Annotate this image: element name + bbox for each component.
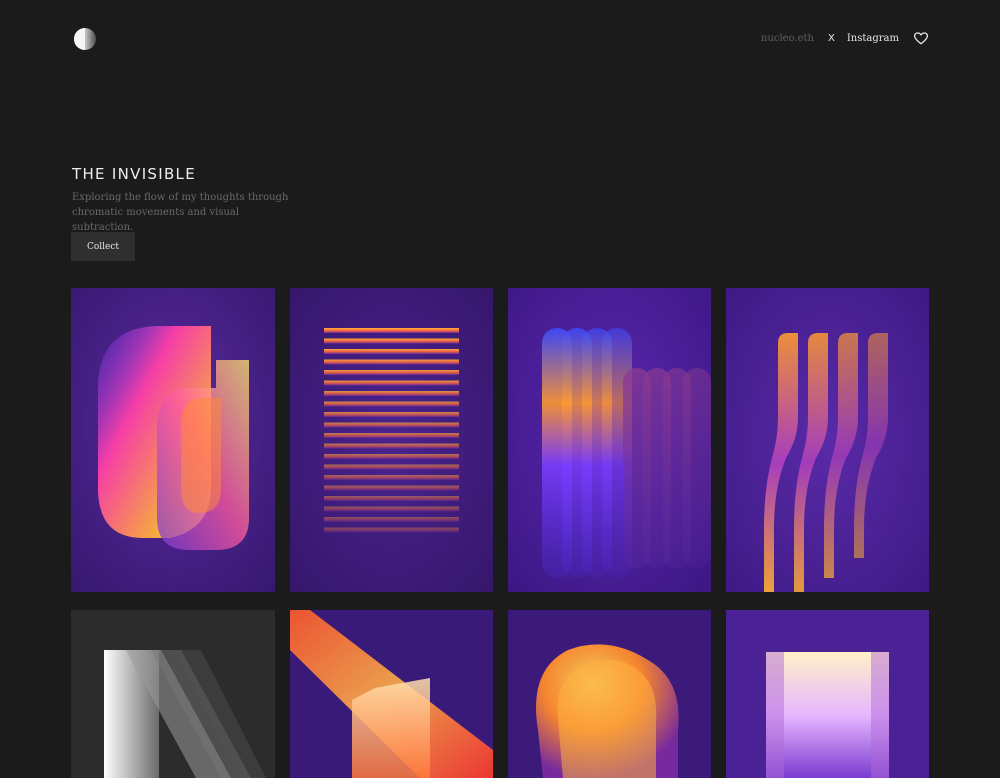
collection-title: THE INVISIBLE	[72, 165, 196, 183]
artwork-7-card[interactable]	[508, 610, 711, 778]
stripe	[324, 370, 459, 375]
stripe	[324, 433, 459, 438]
stripe	[324, 517, 459, 522]
artwork-5-card[interactable]	[71, 610, 275, 778]
collection-description: Exploring the flow of my thoughts throug…	[72, 192, 289, 233]
x-link[interactable]: X	[828, 33, 835, 44]
heart-icon[interactable]	[914, 32, 928, 45]
artwork-6-card[interactable]	[290, 610, 493, 778]
stripe	[324, 527, 459, 533]
artwork-3-card[interactable]	[508, 288, 711, 592]
stripe	[324, 506, 459, 512]
stripe	[324, 422, 459, 428]
stripe	[324, 443, 459, 449]
stripe	[324, 496, 459, 501]
stripe	[324, 485, 459, 491]
stripe	[324, 454, 459, 459]
stripe	[324, 380, 459, 386]
artwork-4-card[interactable]	[726, 288, 929, 592]
stripe	[324, 349, 459, 354]
stripe	[324, 338, 459, 344]
artwork-2-card[interactable]	[290, 288, 493, 592]
ens-link[interactable]: nucleo.eth	[761, 33, 814, 44]
stripe	[324, 359, 459, 365]
collect-button[interactable]: Collect	[71, 232, 135, 261]
artwork-1-card[interactable]	[71, 288, 275, 592]
stripe	[324, 328, 459, 333]
stripe	[324, 412, 459, 417]
stripe	[324, 464, 459, 470]
instagram-link[interactable]: Instagram	[847, 33, 899, 44]
stripe	[324, 475, 459, 480]
logo-icon[interactable]	[73, 27, 97, 51]
top-nav: nucleo.eth X Instagram	[761, 32, 928, 45]
stripe	[324, 401, 459, 407]
stripe	[324, 391, 459, 396]
artwork-8-card[interactable]	[726, 610, 929, 778]
